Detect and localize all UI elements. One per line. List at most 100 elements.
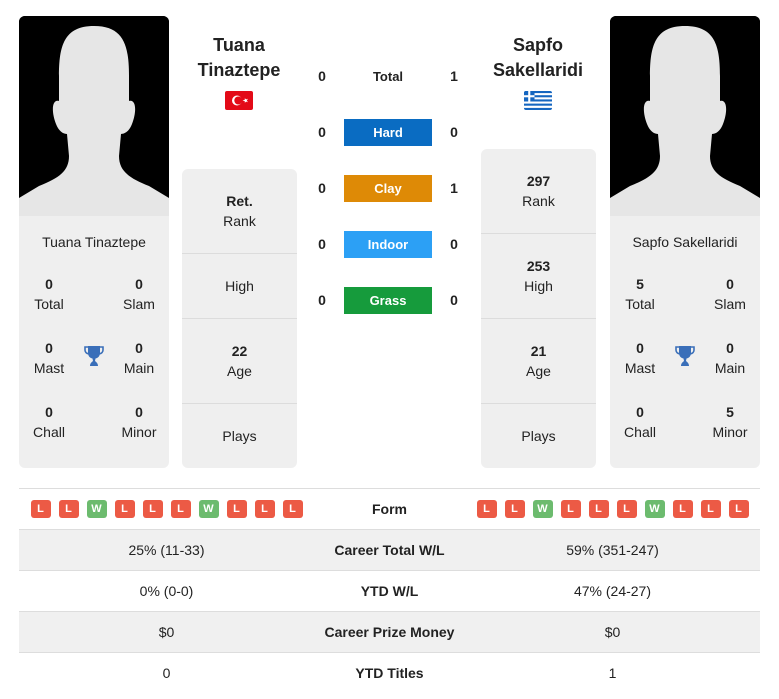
- titles-total-value: 0: [45, 276, 53, 292]
- h2h-total-p2: 1: [450, 68, 458, 84]
- titles-minor-value: 5: [726, 404, 734, 420]
- titles-main-label: Main: [714, 360, 746, 376]
- titles-minor-value: 0: [135, 404, 143, 420]
- form-badge-loss[interactable]: L: [30, 500, 51, 518]
- row-p2-value: 59% (351-247): [566, 542, 659, 558]
- titles-main-value: 0: [135, 340, 143, 356]
- stat-age-value: 21: [530, 343, 547, 359]
- trophy-icon: [82, 344, 106, 368]
- stat-plays-label: Plays: [521, 428, 556, 444]
- h2h-clay-p2: 1: [450, 180, 458, 196]
- titles-mast-label: Mast: [624, 360, 656, 376]
- titles-chall: 0 Chall: [610, 402, 670, 442]
- form-badge-loss[interactable]: L: [560, 500, 581, 518]
- form-badge-win[interactable]: W: [86, 500, 107, 518]
- stat-high-label: High: [524, 278, 553, 294]
- surface-clay-badge[interactable]: Clay: [344, 175, 432, 202]
- titles-slam-label: Slam: [714, 296, 746, 312]
- titles-mast-value: 0: [45, 340, 53, 356]
- row-label: YTD Titles: [355, 665, 424, 681]
- titles-slam: 0 Slam: [109, 274, 169, 314]
- h2h-total-row: 0 Total 1: [312, 63, 467, 90]
- row-p2-value: 1: [608, 665, 617, 681]
- player1-form: LLWLLLWLLL: [19, 500, 314, 518]
- player1-last-name[interactable]: Tinaztepe: [179, 58, 299, 83]
- titles-mast: 0 Mast: [610, 338, 670, 378]
- h2h-grass-p2: 0: [450, 292, 458, 308]
- table-row: 0% (0-0) YTD W/L 47% (24-27): [19, 570, 760, 611]
- stat-high-value: 253: [526, 258, 551, 274]
- form-badge-loss[interactable]: L: [142, 500, 163, 518]
- stat-age-value: 22: [231, 343, 248, 359]
- titles-slam-label: Slam: [123, 296, 155, 312]
- form-badge-loss[interactable]: L: [170, 500, 191, 518]
- stat-high: High: [182, 254, 297, 319]
- surface-indoor-badge[interactable]: Indoor: [344, 231, 432, 258]
- titles-slam-value: 0: [726, 276, 734, 292]
- table-row: 0 YTD Titles 1: [19, 652, 760, 693]
- titles-total-value: 5: [636, 276, 644, 292]
- form-badge-loss[interactable]: L: [282, 500, 303, 518]
- titles-minor-label: Minor: [121, 424, 157, 440]
- h2h-grass-p1: 0: [318, 292, 326, 308]
- form-badge-loss[interactable]: L: [226, 500, 247, 518]
- player1-first-name[interactable]: Tuana: [179, 33, 299, 58]
- player1-header: Tuana Tinaztepe: [179, 33, 299, 110]
- form-badge-win[interactable]: W: [644, 500, 665, 518]
- form-badge-loss[interactable]: L: [728, 500, 749, 518]
- stat-high: 253 High: [481, 234, 596, 319]
- titles-total: 5 Total: [610, 274, 670, 314]
- stat-plays: Plays: [182, 404, 297, 468]
- form-badge-loss[interactable]: L: [114, 500, 135, 518]
- titles-main: 0 Main: [700, 338, 760, 378]
- form-badge-win[interactable]: W: [198, 500, 219, 518]
- player2-titles: 5 Total 0 Slam 0 Mast 0 Main 0 Chall 5 M…: [610, 250, 760, 468]
- surface-hard-badge[interactable]: Hard: [344, 119, 432, 146]
- form-badge-loss[interactable]: L: [588, 500, 609, 518]
- comparison-table: LLWLLLWLLL Form LLWLLLWLLL 25% (11-33) C…: [19, 488, 760, 693]
- player2-full-name[interactable]: Sapfo Sakellaridi: [610, 234, 760, 250]
- form-badge-loss[interactable]: L: [476, 500, 497, 518]
- h2h-total-p1: 0: [318, 68, 326, 84]
- form-badge-loss[interactable]: L: [254, 500, 275, 518]
- titles-slam: 0 Slam: [700, 274, 760, 314]
- stat-age-label: Age: [227, 363, 252, 379]
- stat-age-label: Age: [526, 363, 551, 379]
- h2h-hard-p2: 0: [450, 124, 458, 140]
- stat-rank-value: Ret.: [226, 193, 253, 209]
- form-badge-loss[interactable]: L: [616, 500, 637, 518]
- titles-chall-label: Chall: [33, 424, 65, 440]
- player2-first-name[interactable]: Sapfo: [478, 33, 598, 58]
- player2-form: LLWLLLWLLL: [465, 500, 760, 518]
- form-badge-win[interactable]: W: [532, 500, 553, 518]
- player1-full-name[interactable]: Tuana Tinaztepe: [19, 234, 169, 250]
- h2h-grass-row: 0 Grass 0: [312, 287, 467, 314]
- stat-rank: 297 Rank: [481, 149, 596, 234]
- player2-last-name[interactable]: Sakellaridi: [478, 58, 598, 83]
- surface-grass-badge[interactable]: Grass: [344, 287, 432, 314]
- titles-minor-label: Minor: [712, 424, 748, 440]
- stat-rank-label: Rank: [522, 193, 555, 209]
- row-p1-value: 25% (11-33): [128, 542, 205, 558]
- titles-chall-value: 0: [636, 404, 644, 420]
- form-badge-loss[interactable]: L: [672, 500, 693, 518]
- form-badge-loss[interactable]: L: [700, 500, 721, 518]
- form-badge-loss[interactable]: L: [58, 500, 79, 518]
- titles-total: 0 Total: [19, 274, 79, 314]
- avatar-silhouette-icon: [610, 16, 760, 216]
- greece-flag-icon: [524, 91, 552, 110]
- row-label: Career Prize Money: [324, 624, 455, 640]
- titles-minor: 0 Minor: [109, 402, 169, 442]
- titles-chall-label: Chall: [624, 424, 656, 440]
- titles-mast: 0 Mast: [19, 338, 79, 378]
- titles-mast-value: 0: [636, 340, 644, 356]
- player2-photo[interactable]: [610, 16, 760, 216]
- player1-card: Tuana Tinaztepe 0 Total 0 Slam 0 Mast 0 …: [19, 16, 169, 468]
- stat-plays-label: Plays: [222, 428, 257, 444]
- form-badge-loss[interactable]: L: [504, 500, 525, 518]
- row-p2-value: $0: [604, 624, 621, 640]
- stat-age: 22 Age: [182, 319, 297, 404]
- stat-rank-value: 297: [526, 173, 551, 189]
- player1-photo[interactable]: [19, 16, 169, 216]
- row-p1-value: $0: [158, 624, 175, 640]
